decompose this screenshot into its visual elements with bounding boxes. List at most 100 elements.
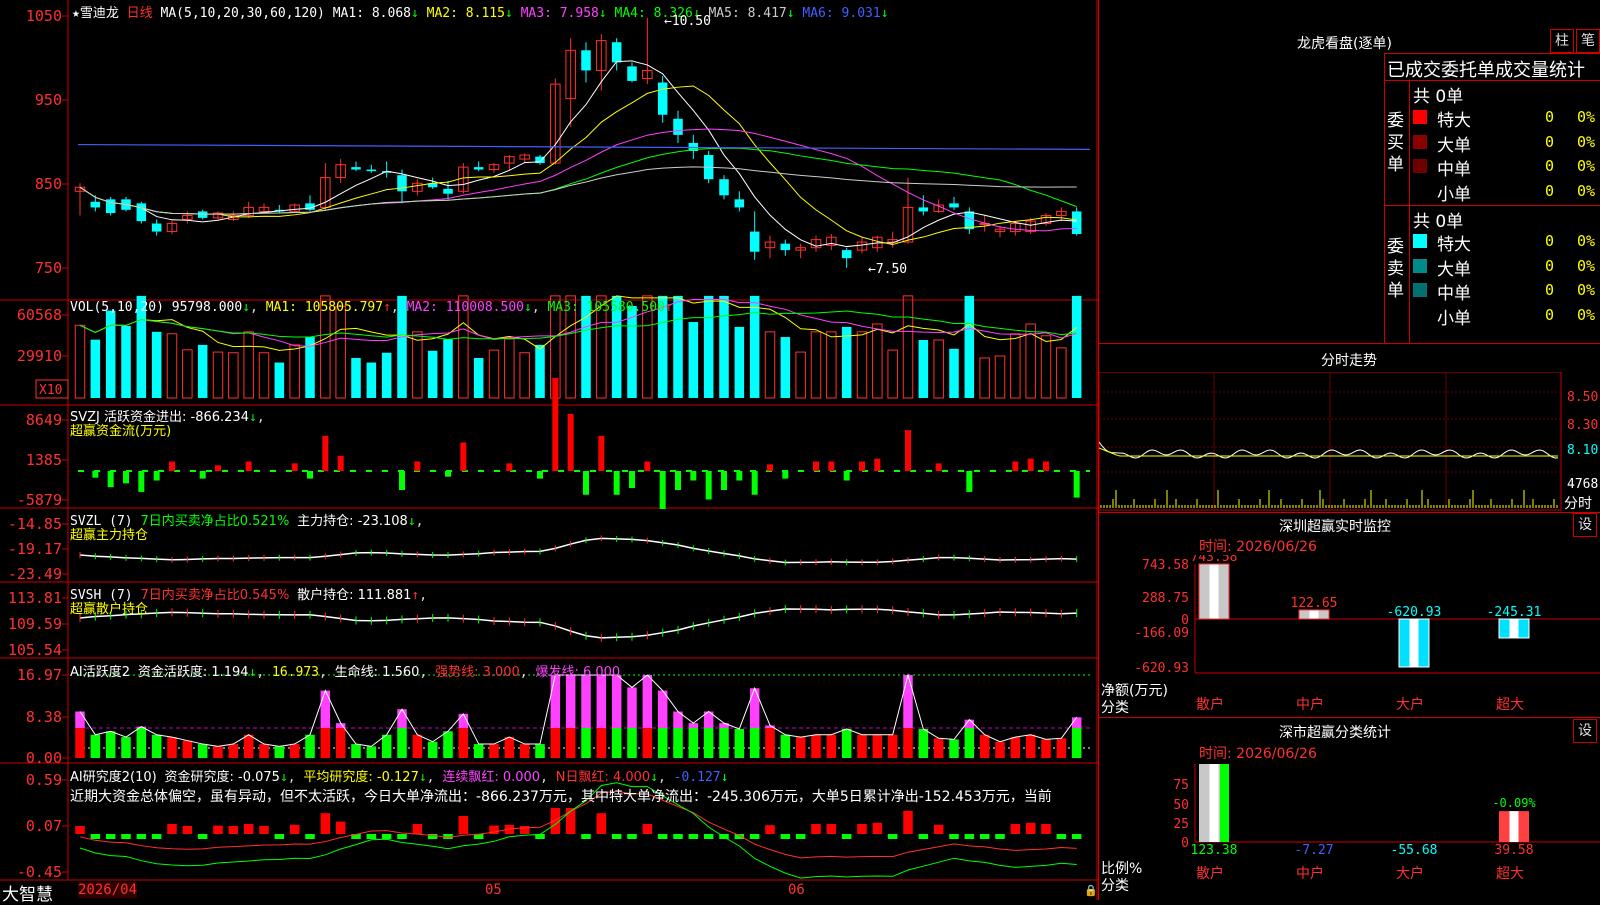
candle-body <box>734 199 745 208</box>
buy-order-pct: 0% <box>1577 181 1596 200</box>
kline-chart-canvas[interactable]: 1050 950 850 750 60568 29910 8649 1385 -5879 -14.… <box>0 0 1098 900</box>
ai-active-bar <box>228 744 239 758</box>
vol-bar <box>627 306 637 398</box>
ai-research-bar <box>918 834 929 839</box>
ai-active-bar <box>1056 738 1067 758</box>
ai-research-bar <box>75 826 85 834</box>
ma6-arrow-icon: ↓ <box>880 6 889 21</box>
chart-area[interactable]: 1050 950 850 750 60568 29910 8649 1385 -5879 -14.… <box>0 0 1098 905</box>
ai-research-d: N日飘红: 4.000 <box>555 770 651 785</box>
ai-active-c: 生命线: 1.560 <box>334 665 420 680</box>
classify-cat-label: 分类 <box>1101 878 1129 894</box>
ai-research-bar <box>305 834 315 839</box>
classify-bar-chart: 75 50 25 0 123.38 散户 -7.27 中户 -55.68 大户 -0.09% 39.5… <box>1173 764 1600 882</box>
svzj-bar <box>291 463 298 471</box>
vol-bar <box>673 295 683 398</box>
low-price-marker: ←7.50 <box>868 262 908 277</box>
intraday-tick-0: 8.50 <box>1567 390 1599 405</box>
vol-label: VOL(5,10,20) <box>70 300 164 315</box>
monitor-bar-highlight <box>1309 609 1319 619</box>
intraday-chart[interactable] <box>1099 372 1600 512</box>
ai-research-bar <box>688 834 699 839</box>
ma30-line <box>79 147 1077 215</box>
vol-bar <box>764 331 776 399</box>
vol-bar <box>488 349 500 399</box>
ai-research-bar <box>289 824 300 834</box>
period-label[interactable]: 日线 <box>127 6 153 21</box>
svzj-bar <box>399 471 405 490</box>
x-axis-label-1: 05 <box>485 882 502 898</box>
ai-active-bar <box>197 744 208 758</box>
bar-mode-button[interactable]: 柱 <box>1550 29 1574 53</box>
svzj-bar <box>153 471 160 481</box>
vol-bar <box>841 326 852 398</box>
ai-research-c: 连续飘红: 0.000 <box>442 770 541 785</box>
svzj-bar <box>935 463 942 471</box>
ai-research-bar <box>228 826 239 834</box>
vol-bar <box>918 339 929 398</box>
ai-research-bar <box>780 834 791 839</box>
ma1-value: MA1: 8.068 <box>332 6 411 21</box>
ai-active-bar <box>412 734 423 758</box>
high-price-marker: ←10.50 <box>664 14 711 29</box>
ai-research-bar <box>397 834 407 839</box>
tick-mode-button[interactable]: 笔 <box>1576 29 1600 53</box>
vol-bar <box>473 357 484 398</box>
ai-research-bar <box>657 834 668 839</box>
svzj-bar <box>705 471 712 500</box>
ai-active-bar <box>887 734 898 758</box>
ai-active-bar-top <box>749 688 760 728</box>
buy-order-color-swatch <box>1413 159 1427 173</box>
monitor-cat-1: 中户 <box>1296 696 1324 713</box>
candle-body <box>627 66 637 81</box>
classify-settings-button[interactable]: 设 <box>1573 719 1597 743</box>
ai-research-bar <box>611 834 622 839</box>
ai-research-bar <box>995 834 1005 839</box>
ai-active-bar-top <box>611 675 622 728</box>
ai-active-bar <box>289 744 300 758</box>
ai-active-bar-top <box>75 711 85 728</box>
ai-active-bar <box>151 734 162 758</box>
ai-active-bar <box>918 728 929 758</box>
favorite-star-icon[interactable]: ★ <box>72 6 80 21</box>
lock-icon[interactable]: 🔒 <box>1084 884 1098 897</box>
svsh-y-tick: 113.81 <box>8 589 62 607</box>
ai-research-bar <box>136 834 147 839</box>
svzj-bar <box>767 464 773 471</box>
svzj-bar <box>644 461 651 471</box>
ai-active-bar <box>949 739 959 758</box>
ai-active-bar <box>75 728 85 758</box>
ai-active-bar <box>627 728 637 758</box>
ai-active-bar <box>167 737 177 758</box>
ai-research-bar <box>565 808 576 834</box>
vol-bar <box>964 295 975 398</box>
vol-bar <box>887 349 898 399</box>
classify-bar-highlight <box>1209 764 1219 842</box>
vol-ma2: MA2: 110008.500 <box>406 300 524 315</box>
buy-order-color-swatch <box>1413 134 1427 149</box>
main-y-tick: 850 <box>35 175 62 193</box>
svzj-bar <box>583 471 589 495</box>
ai-active-bar-top <box>642 675 653 728</box>
svzj-bar <box>1027 458 1034 471</box>
svzj-bar <box>721 471 727 490</box>
classify-bar <box>1199 764 1229 842</box>
svzj-y-tick: -5879 <box>17 491 62 509</box>
monitor-y-tick: 743.58 <box>1142 558 1189 573</box>
ai-active-bar <box>351 744 361 758</box>
ai-research-bar <box>151 834 162 839</box>
vol-bar <box>1071 295 1082 398</box>
candle-body <box>443 188 453 194</box>
classify-y-tick: 75 <box>1173 778 1189 793</box>
monitor-settings-button[interactable]: 设 <box>1573 513 1597 537</box>
ai-active-bar <box>1025 734 1036 758</box>
ai-active-bar <box>519 744 530 758</box>
ai-active-bar-top <box>550 675 561 728</box>
classify-title: 深市超赢分类统计 <box>1279 725 1391 741</box>
monitor-y-tick: 288.75 <box>1142 591 1189 606</box>
ai-active-bar <box>841 728 852 758</box>
vol-bar <box>443 339 453 398</box>
ai-active-bar <box>243 734 254 758</box>
vol-bar <box>933 339 944 399</box>
ai-research-b: 平均研究度: -0.127 <box>303 770 419 785</box>
